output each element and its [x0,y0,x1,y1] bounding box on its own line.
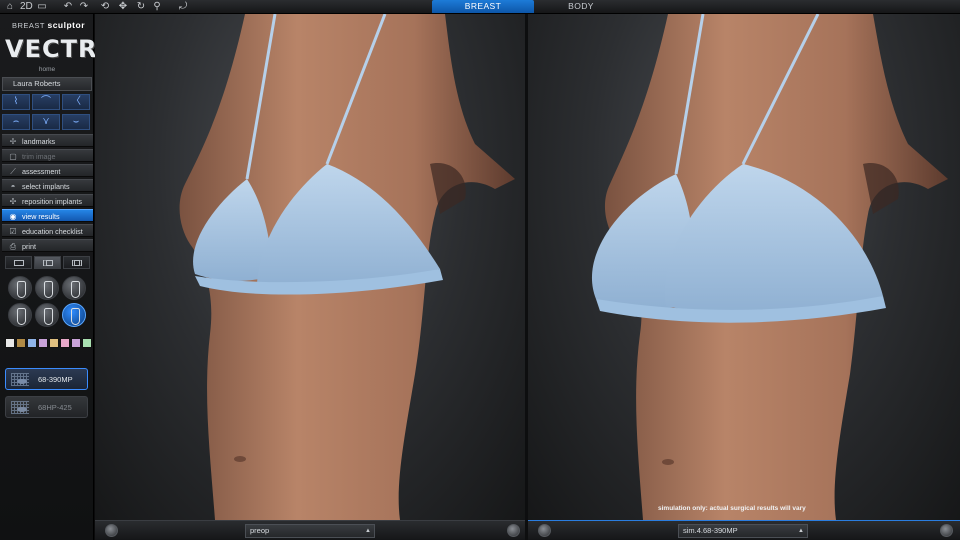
color-swatch[interactable] [16,338,26,348]
color-swatch[interactable] [5,338,15,348]
torso-shaded-button[interactable] [35,276,59,300]
landmarks-icon: ✢ [9,137,17,146]
reset-view-icon[interactable]: ⤾ [176,1,190,13]
patient-name[interactable]: Laura Roberts [2,77,92,91]
single-view-button[interactable] [5,256,32,269]
implant-icon [11,373,29,386]
right-camera-button[interactable] [538,524,551,537]
top-toolbar: ⌂ 2D ▭ ↶ ↷ ⟲ ✥ ↻ ⚲ ⤾ BREAST AUGMENTATION… [0,0,960,24]
assessment-icon: ⟋ [10,167,16,176]
implant-icon [11,401,29,414]
simulation-bottom-bar: sim.4.68-390MP ▲ [528,520,960,540]
preop-bottom-bar: preop ▲ [95,520,525,540]
step-label: trim image [22,152,56,161]
step-label: view results [22,212,60,221]
step-landmarks[interactable]: ✢ landmarks [2,134,93,147]
triple-view-icon [72,260,82,266]
step-label: education checklist [22,227,83,236]
step-assessment[interactable]: ⟋ assessment [2,164,93,177]
step-education-checklist[interactable]: ☑ education checklist [2,224,93,237]
home-arrow-icon[interactable]: ⌂ [4,1,16,13]
preop-select-value: preop [250,526,270,535]
layer-icon[interactable]: ▭ [36,1,48,13]
trim-icon: ▢ [9,152,17,161]
simulation-select-value: sim.4.68-390MP [683,526,738,535]
select-implants-icon: ◓ [10,182,16,191]
zoom-icon[interactable]: ⚲ [150,1,164,13]
step-label: select implants [22,182,70,191]
single-view-icon [14,260,24,266]
step-label: landmarks [22,137,56,146]
undo-icon[interactable]: ↶ [62,1,74,13]
step-reposition-implants[interactable]: ✣ reposition implants [2,194,93,207]
step-trim-image: ▢ trim image [2,149,93,162]
brand-block: BREAST sculptor VECTRA home [0,18,118,78]
rotate-icon[interactable]: ↻ [134,1,148,13]
left-settings-button[interactable] [507,524,520,537]
sidebar: BREAST sculptor VECTRA home Laura Robert… [0,14,118,540]
garment-swatches [5,338,92,350]
view-oblique-icon[interactable]: ⌒ [32,94,60,110]
view-front-icon[interactable]: ⌇ [2,94,30,110]
right-settings-button[interactable] [940,524,953,537]
product-name-prefix: BREAST [12,21,45,30]
print-icon: ⎙ [9,242,17,251]
step-label: assessment [22,167,61,176]
step-label: print [22,242,36,251]
left-camera-button[interactable] [105,524,118,537]
step-select-implants[interactable]: ◓ select implants [2,179,93,192]
implant-button-68-390mp[interactable]: 68-390MP [5,368,88,390]
preop-viewport[interactable] [95,14,525,520]
simulation-torso-image [591,14,948,520]
chevron-up-icon: ▲ [798,528,804,534]
color-swatch[interactable] [49,338,59,348]
reposition-icon: ✣ [9,197,17,206]
torso-bra-button[interactable] [62,303,86,327]
color-swatch[interactable] [60,338,70,348]
triple-view-button[interactable] [63,256,90,269]
split-view-button[interactable] [34,256,61,269]
color-swatch[interactable] [27,338,37,348]
simulation-disclaimer: simulation only: actual surgical results… [658,505,806,512]
view-grid: ⌇ ⌒ 〈 ⌢ ⋎ ⌣ [2,94,92,130]
torso-outline-button[interactable] [8,276,32,300]
torso-heatmap-button[interactable] [35,303,59,327]
torso-xray-button[interactable] [8,303,32,327]
view-top-icon[interactable]: ⌢ [2,114,30,130]
simulation-viewport[interactable]: simulation only: actual surgical results… [528,14,960,520]
implant-label: 68-390MP [38,375,73,384]
2d-icon[interactable]: 2D [20,1,33,13]
color-swatch[interactable] [82,338,92,348]
redo-icon[interactable]: ↷ [78,1,90,13]
split-view-icon [43,260,53,266]
simulation-image-select[interactable]: sim.4.68-390MP ▲ [678,524,808,538]
step-view-results[interactable]: ◉ view results [2,209,93,222]
preop-image-select[interactable]: preop ▲ [245,524,375,538]
color-swatch[interactable] [38,338,48,348]
view-side-icon[interactable]: 〈 [62,94,90,110]
move-icon[interactable]: ✥ [116,1,130,13]
home-link[interactable]: home [0,66,94,73]
layout-buttons [5,256,90,270]
product-name: BREAST sculptor [12,20,85,30]
product-name-bold: sculptor [47,20,85,30]
step-label: reposition implants [22,197,82,206]
implant-button-68hp-425[interactable]: 68HP-425 [5,396,88,418]
view-back-icon[interactable]: ⌣ [62,114,90,130]
rotate-left-icon[interactable]: ⟲ [98,1,112,13]
view-bottom-icon[interactable]: ⋎ [32,114,60,130]
vectra-logo: VECTRA [5,35,118,63]
torso-texture-button[interactable] [62,276,86,300]
implant-label: 68HP-425 [38,403,72,412]
color-swatch[interactable] [71,338,81,348]
tab-breast-augmentation[interactable]: BREAST AUGMENTATION [432,0,534,24]
checklist-icon: ☑ [9,227,17,236]
eye-icon: ◉ [9,212,17,221]
chevron-up-icon: ▲ [365,528,371,534]
step-print[interactable]: ⎙ print [2,239,93,252]
preop-torso-image [179,14,516,520]
tab-body-contouring[interactable]: BODY CONTOURING [537,0,625,24]
